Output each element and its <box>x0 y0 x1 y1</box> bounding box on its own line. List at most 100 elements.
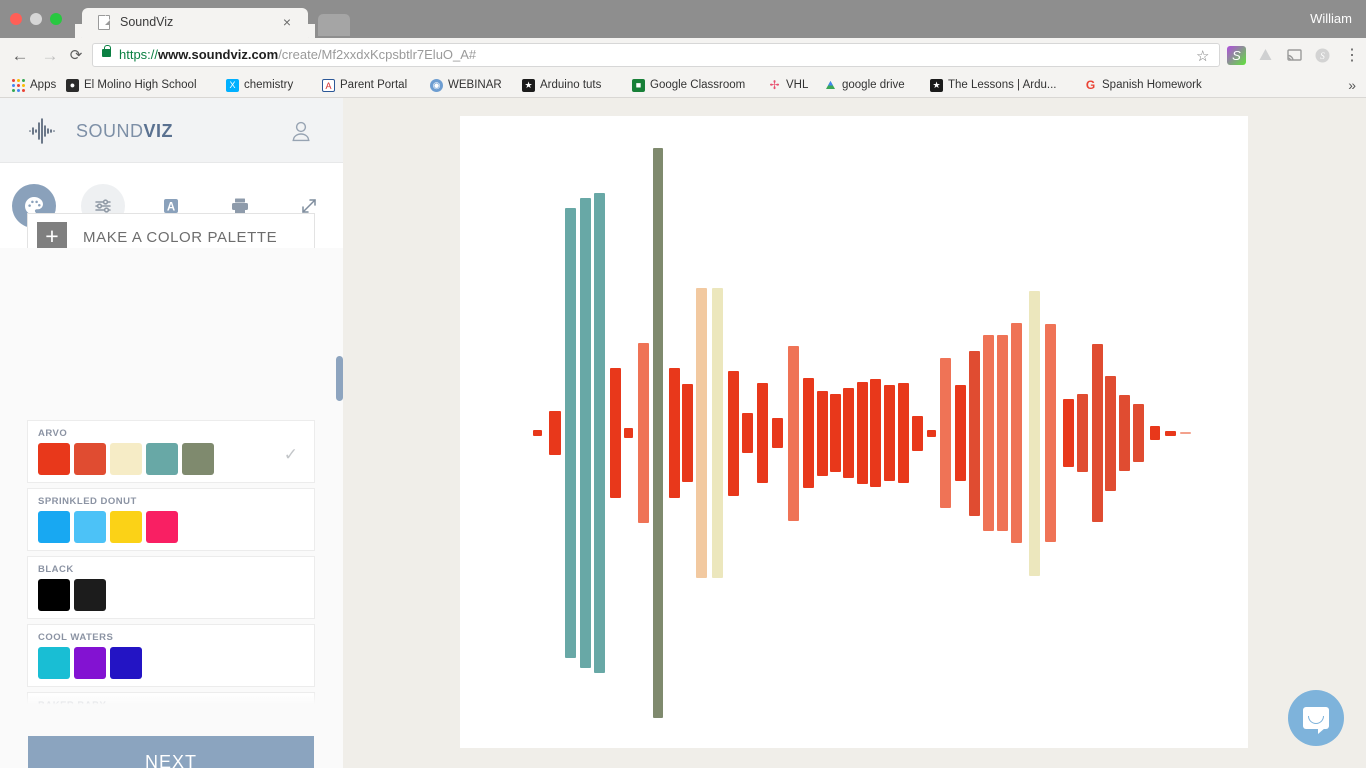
selected-check-icon: ✓ <box>283 445 298 464</box>
palette-name: BLACK <box>38 564 74 575</box>
waveform-logo-icon <box>29 118 55 144</box>
reload-icon[interactable]: ⟳ <box>66 46 86 66</box>
drive-extension-icon[interactable] <box>1256 46 1275 65</box>
color-swatch[interactable] <box>146 443 178 475</box>
svg-text:A: A <box>167 201 175 213</box>
scrollbar-thumb[interactable] <box>336 356 343 401</box>
user-icon[interactable] <box>291 120 311 142</box>
window-controls[interactable] <box>10 13 62 25</box>
svg-text:S: S <box>1320 51 1325 61</box>
bookmark-google-drive[interactable]: google drive <box>824 76 905 94</box>
color-swatch[interactable] <box>110 647 142 679</box>
maximize-window-button[interactable] <box>50 13 62 25</box>
star-icon: ★ <box>930 78 943 92</box>
color-swatch[interactable] <box>182 443 214 475</box>
browser-tab[interactable]: SoundViz × <box>75 8 315 38</box>
color-swatch[interactable] <box>38 443 70 475</box>
color-swatch[interactable] <box>38 511 70 543</box>
brand-bar: SOUNDVIZ <box>0 98 343 163</box>
palette-card-black[interactable]: BLACK <box>27 556 315 619</box>
shield-icon: ● <box>66 78 79 92</box>
drive-icon <box>824 79 837 92</box>
next-button[interactable]: NEXT <box>28 736 314 768</box>
waveform-bar <box>594 193 605 673</box>
swatch-row <box>38 511 178 543</box>
waveform-chart <box>460 116 1248 748</box>
visualization-canvas[interactable] <box>460 116 1248 748</box>
waveform-bar <box>884 385 895 481</box>
close-icon[interactable]: × <box>280 15 294 29</box>
palette-card-sprinkled-donut[interactable]: SPRINKLED DONUT <box>27 488 315 551</box>
browser-navbar: ← → ⟳ https://www.soundviz.com/create/Mf… <box>0 38 1366 72</box>
color-swatch[interactable] <box>74 511 106 543</box>
bookmark-the-lessons[interactable]: ★ The Lessons | Ardu... <box>930 76 1056 94</box>
bookmarks-overflow-icon[interactable]: » <box>1348 77 1356 93</box>
skype-extension-icon[interactable]: S <box>1313 46 1332 65</box>
cast-icon[interactable] <box>1285 46 1304 65</box>
palette-list[interactable]: ARVO ✓ SPRINKLED DONUT BLACK COOL WATERS <box>0 248 343 708</box>
waveform-bar <box>843 388 854 478</box>
list-fade <box>0 692 343 708</box>
smile-icon <box>1308 716 1324 724</box>
waveform-bar <box>969 350 980 516</box>
palette-card-arvo[interactable]: ARVO ✓ <box>27 420 315 483</box>
waveform-bar <box>912 415 923 451</box>
editor-stage <box>343 98 1366 768</box>
bookmark-label: The Lessons | Ardu... <box>948 79 1057 91</box>
waveform-bar <box>1165 430 1176 436</box>
bookmark-chemistry[interactable]: X chemistry <box>226 76 293 94</box>
color-swatch[interactable] <box>146 511 178 543</box>
window-user-label[interactable]: William <box>1310 11 1352 26</box>
waveform-bar <box>653 148 663 718</box>
waveform-bar <box>1077 394 1088 472</box>
waveform-bar <box>788 345 799 521</box>
waveform-bar <box>549 411 561 455</box>
browser-window: SoundViz × William ← → ⟳ https://www.sou… <box>0 0 1366 768</box>
minimize-window-button[interactable] <box>30 13 42 25</box>
bookmark-label: Google Classroom <box>650 79 746 91</box>
palette-scrollbar[interactable] <box>336 248 343 708</box>
color-swatch[interactable] <box>38 647 70 679</box>
bookmark-google-classroom[interactable]: ■ Google Classroom <box>632 76 745 94</box>
color-swatch[interactable] <box>110 443 142 475</box>
forward-icon[interactable]: → <box>40 46 60 66</box>
intercom-chat-button[interactable] <box>1288 690 1344 746</box>
bookmark-arduino-tuts[interactable]: ★ Arduino tuts <box>522 76 601 94</box>
color-swatch[interactable] <box>110 511 142 543</box>
bookmark-spanish-homework[interactable]: G Spanish Homework <box>1084 76 1202 94</box>
bookmark-parent-portal[interactable]: A Parent Portal <box>322 76 407 94</box>
browser-menu-icon[interactable]: ⋮ <box>1344 45 1360 65</box>
waveform-bar <box>728 370 739 496</box>
color-swatch[interactable] <box>38 579 70 611</box>
waveform-bar <box>533 430 542 436</box>
waveform-bar <box>580 198 591 668</box>
back-icon[interactable]: ← <box>10 46 30 66</box>
bookmark-label: VHL <box>786 79 809 91</box>
letter-a-icon: A <box>322 78 335 92</box>
palette-card-cool-waters[interactable]: COOL WATERS <box>27 624 315 687</box>
extension-s-icon[interactable]: S <box>1227 46 1246 65</box>
bookmark-webinar[interactable]: ◉ WEBINAR <box>430 76 502 94</box>
waveform-bar <box>955 385 966 481</box>
color-swatch[interactable] <box>74 443 106 475</box>
palette-name: COOL WATERS <box>38 632 114 643</box>
bookmark-star-icon[interactable]: ☆ <box>1196 47 1209 65</box>
waveform-bar <box>1105 375 1116 491</box>
waveform-bar <box>870 379 881 487</box>
url-host: www.soundviz.com <box>158 47 279 62</box>
new-tab-button[interactable] <box>318 14 350 36</box>
soundviz-logo[interactable]: SOUNDVIZ <box>28 118 173 144</box>
x-icon: X <box>226 78 239 92</box>
waveform-bar <box>1092 344 1103 522</box>
tab-title: SoundViz <box>120 15 174 29</box>
bookmark-el-molino[interactable]: ● El Molino High School <box>66 76 197 94</box>
close-window-button[interactable] <box>10 13 22 25</box>
bookmark-apps[interactable]: Apps <box>12 76 56 94</box>
palette-name: ARVO <box>38 428 68 439</box>
address-bar[interactable]: https://www.soundviz.com/create/Mf2xxdxK… <box>92 43 1220 67</box>
waveform-bar <box>1063 399 1074 467</box>
color-swatch[interactable] <box>74 647 106 679</box>
bookmark-vhl[interactable]: ✢ VHL <box>768 76 808 94</box>
color-swatch[interactable] <box>74 579 106 611</box>
waveform-bar <box>983 335 994 531</box>
